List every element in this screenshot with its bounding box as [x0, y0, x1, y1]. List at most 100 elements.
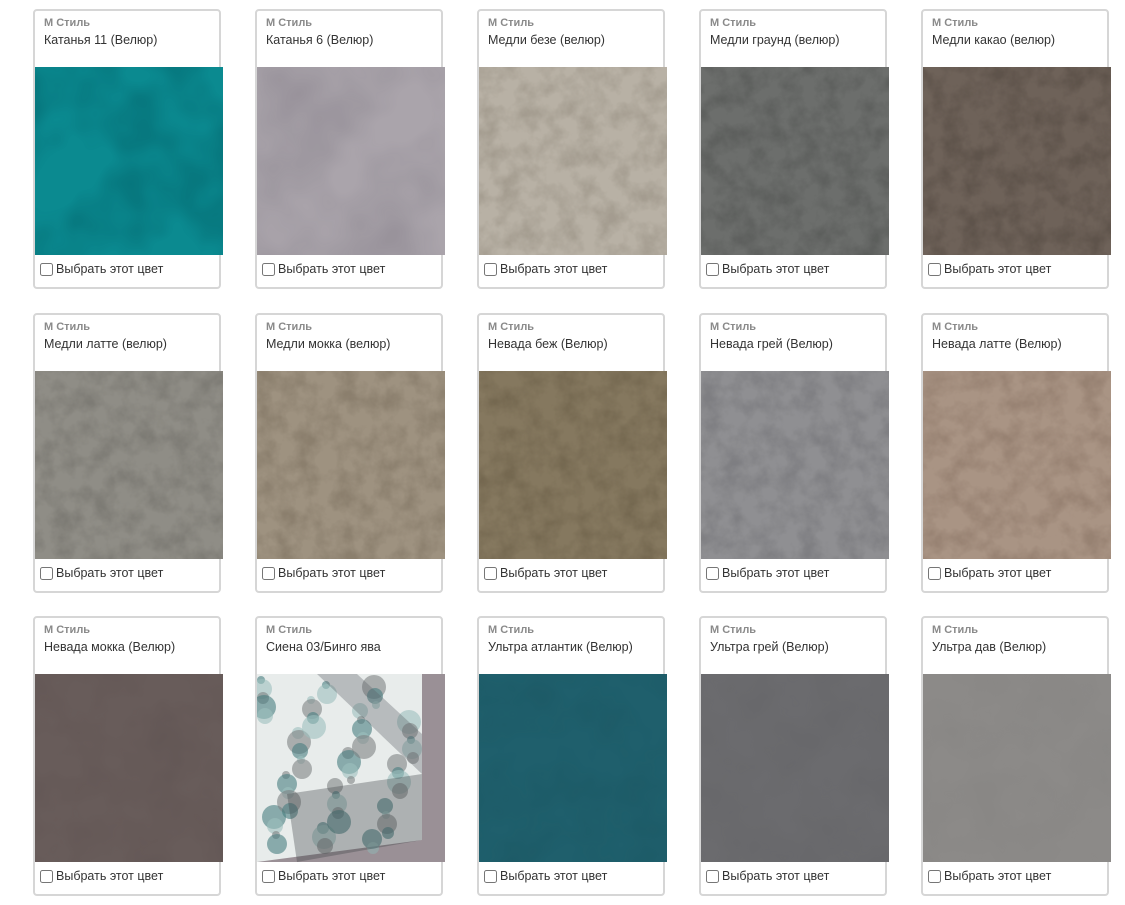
fabric-card: М Стиль Медли какао (велюр) Выбрать этот ц…: [921, 9, 1111, 289]
fabric-name: Медли какао (велюр): [932, 33, 1056, 47]
select-color-option[interactable]: Выбрать этот цвет: [39, 869, 163, 883]
select-color-checkbox[interactable]: [706, 566, 719, 580]
select-color-checkbox[interactable]: [484, 262, 497, 276]
fabric-swatch-image[interactable]: [257, 67, 445, 255]
select-color-option[interactable]: Выбрать этот цвет: [705, 566, 829, 580]
select-color-option[interactable]: Выбрать этот цвет: [483, 869, 607, 883]
fabric-card: М Стиль Катанья 11 (Велюр) Выбрать этот цв…: [33, 9, 223, 289]
select-color-option[interactable]: Выбрать этот цвет: [261, 566, 385, 580]
select-color-option[interactable]: Выбрать этот цвет: [261, 869, 385, 883]
select-color-checkbox[interactable]: [928, 869, 941, 883]
fabric-brand: М Стиль: [932, 624, 979, 636]
fabric-swatch-image[interactable]: [479, 67, 667, 255]
fabric-card: М Стиль Сиена 03/Бинго ява Выбрать этот цв…: [255, 616, 445, 896]
fabric-card: М Стиль Невада беж (Велюр) Выбрать этот цв…: [477, 313, 667, 593]
fabric-brand: М Стиль: [932, 17, 979, 29]
select-color-label: Выбрать этот цвет: [722, 869, 830, 883]
fabric-card: М Стиль Невада грей (Велюр) Выбрать этот ц…: [699, 313, 889, 593]
select-color-option[interactable]: Выбрать этот цвет: [483, 566, 607, 580]
fabric-card: М Стиль Невада мокка (Велюр) Выбрать этот …: [33, 616, 223, 896]
fabric-brand: М Стиль: [710, 17, 757, 29]
fabric-brand: М Стиль: [44, 321, 91, 333]
fabric-brand: М Стиль: [710, 624, 757, 636]
fabric-brand: М Стиль: [932, 321, 979, 333]
fabric-card: М Стиль Медли граунд (велюр) Выбрать этот …: [699, 9, 889, 289]
fabric-name: Невада латте (Велюр): [932, 337, 1062, 351]
fabric-card: М Стиль Невада латте (Велюр) Выбрать этот …: [921, 313, 1111, 593]
fabric-card: М Стиль Ультра атлантик (Велюр) Выбрать эт…: [477, 616, 667, 896]
select-color-option[interactable]: Выбрать этот цвет: [39, 566, 163, 580]
select-color-label: Выбрать этот цвет: [500, 869, 608, 883]
select-color-checkbox[interactable]: [706, 262, 719, 276]
select-color-checkbox[interactable]: [262, 262, 275, 276]
select-color-label: Выбрать этот цвет: [56, 869, 164, 883]
fabric-card: М Стиль Медли латте (велюр) Выбрать этот ц…: [33, 313, 223, 593]
select-color-label: Выбрать этот цвет: [500, 262, 608, 276]
select-color-checkbox[interactable]: [928, 566, 941, 580]
select-color-checkbox[interactable]: [40, 869, 53, 883]
fabric-brand: М Стиль: [266, 17, 313, 29]
fabric-card: М Стиль Медли мокка (велюр) Выбрать этот ц…: [255, 313, 445, 593]
fabric-brand: М Стиль: [488, 624, 535, 636]
select-color-label: Выбрать этот цвет: [500, 566, 608, 580]
fabric-name: Ультра дав (Велюр): [932, 640, 1047, 654]
select-color-label: Выбрать этот цвет: [944, 262, 1052, 276]
fabric-brand: М Стиль: [488, 17, 535, 29]
select-color-option[interactable]: Выбрать этот цвет: [927, 262, 1051, 276]
fabric-name: Катанья 11 (Велюр): [44, 33, 158, 47]
select-color-checkbox[interactable]: [40, 566, 53, 580]
select-color-checkbox[interactable]: [706, 869, 719, 883]
fabric-swatch-image[interactable]: [257, 371, 445, 559]
fabric-swatch-image[interactable]: [923, 371, 1111, 559]
fabric-swatch-image[interactable]: [479, 674, 667, 862]
select-color-checkbox[interactable]: [928, 262, 941, 276]
fabric-swatch-image[interactable]: [923, 67, 1111, 255]
select-color-option[interactable]: Выбрать этот цвет: [927, 566, 1051, 580]
fabric-name: Медли мокка (велюр): [266, 337, 391, 351]
select-color-label: Выбрать этот цвет: [722, 566, 830, 580]
fabric-name: Сиена 03/Бинго ява: [266, 640, 381, 654]
fabric-swatch-image[interactable]: [701, 67, 889, 255]
fabric-swatch-image[interactable]: [35, 371, 223, 559]
select-color-option[interactable]: Выбрать этот цвет: [927, 869, 1051, 883]
select-color-checkbox[interactable]: [262, 869, 275, 883]
select-color-checkbox[interactable]: [40, 262, 53, 276]
fabric-swatch-image[interactable]: [701, 371, 889, 559]
fabric-swatch-image[interactable]: [923, 674, 1111, 862]
fabric-name: Ультра атлантик (Велюр): [488, 640, 633, 654]
fabric-brand: М Стиль: [44, 624, 91, 636]
select-color-label: Выбрать этот цвет: [278, 262, 386, 276]
fabric-name: Медли безе (велюр): [488, 33, 605, 47]
select-color-label: Выбрать этот цвет: [278, 566, 386, 580]
fabric-name: Катанья 6 (Велюр): [266, 33, 374, 47]
fabric-swatch-image[interactable]: [257, 674, 445, 862]
select-color-label: Выбрать этот цвет: [722, 262, 830, 276]
fabric-name: Невада мокка (Велюр): [44, 640, 176, 654]
fabric-brand: М Стиль: [44, 17, 91, 29]
fabric-swatch-image[interactable]: [35, 674, 223, 862]
fabric-color-grid: М Стиль Катанья 11 (Велюр) Выбрать этот цв…: [0, 0, 1125, 905]
fabric-brand: М Стиль: [488, 321, 535, 333]
select-color-label: Выбрать этот цвет: [944, 869, 1052, 883]
fabric-name: Ультра грей (Велюр): [710, 640, 829, 654]
select-color-option[interactable]: Выбрать этот цвет: [705, 262, 829, 276]
fabric-swatch-image[interactable]: [35, 67, 223, 255]
select-color-label: Выбрать этот цвет: [56, 262, 164, 276]
select-color-label: Выбрать этот цвет: [944, 566, 1052, 580]
select-color-label: Выбрать этот цвет: [56, 566, 164, 580]
fabric-swatch-image[interactable]: [701, 674, 889, 862]
select-color-option[interactable]: Выбрать этот цвет: [705, 869, 829, 883]
select-color-checkbox[interactable]: [262, 566, 275, 580]
select-color-option[interactable]: Выбрать этот цвет: [39, 262, 163, 276]
fabric-name: Невада грей (Велюр): [710, 337, 833, 351]
select-color-checkbox[interactable]: [484, 566, 497, 580]
fabric-card: М Стиль Ультра грей (Велюр) Выбрать этот ц…: [699, 616, 889, 896]
select-color-option[interactable]: Выбрать этот цвет: [483, 262, 607, 276]
select-color-option[interactable]: Выбрать этот цвет: [261, 262, 385, 276]
fabric-brand: М Стиль: [266, 321, 313, 333]
select-color-checkbox[interactable]: [484, 869, 497, 883]
fabric-brand: М Стиль: [710, 321, 757, 333]
fabric-card: М Стиль Ультра дав (Велюр) Выбрать этот цв…: [921, 616, 1111, 896]
fabric-name: Медли граунд (велюр): [710, 33, 840, 47]
fabric-swatch-image[interactable]: [479, 371, 667, 559]
